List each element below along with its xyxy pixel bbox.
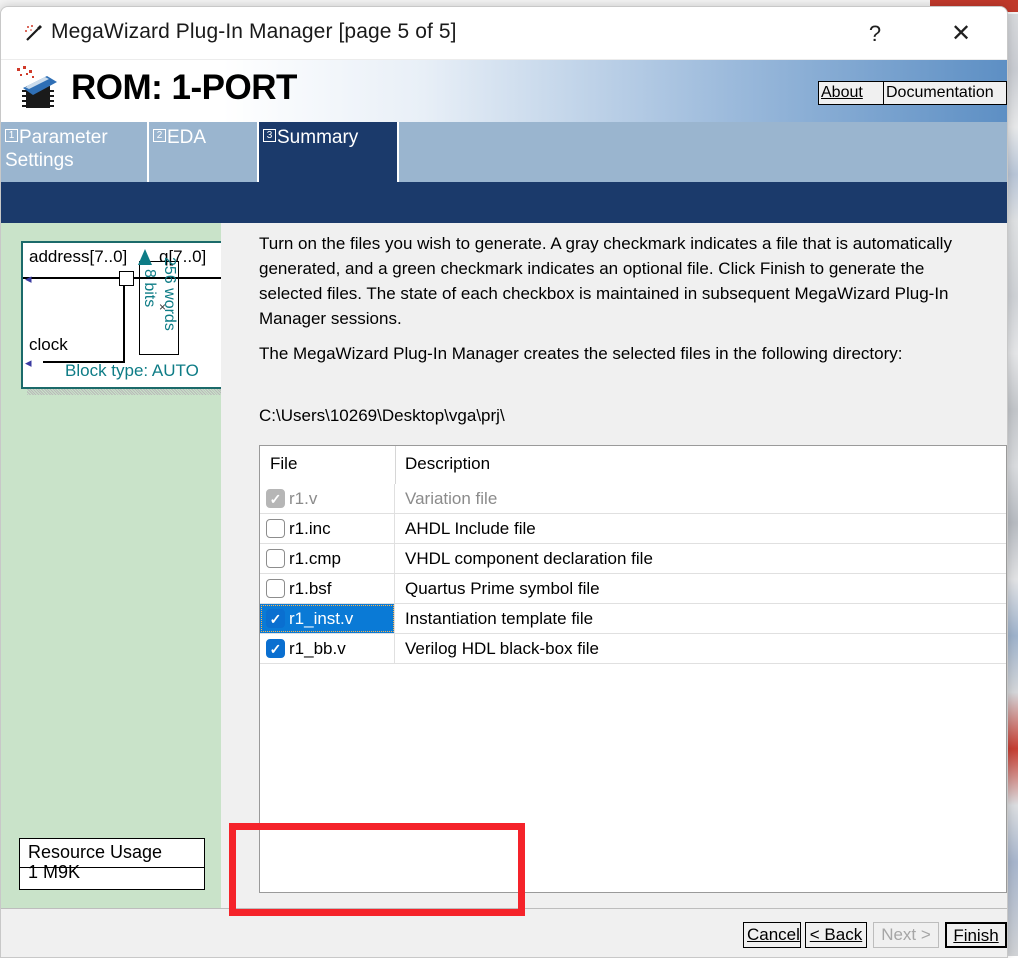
tab-number: 3 bbox=[263, 129, 276, 142]
file-cell[interactable]: ✓ r1_inst.v bbox=[260, 604, 395, 633]
file-checkbox[interactable] bbox=[266, 549, 285, 568]
documentation-link[interactable]: Documentation bbox=[883, 81, 1007, 105]
summary-content: Turn on the files you wish to generate. … bbox=[221, 223, 1007, 940]
window-title: MegaWizard Plug-In Manager [page 5 of 5] bbox=[51, 20, 457, 43]
tab-label: Parameter Settings bbox=[5, 127, 108, 171]
symbol-preview-panel: ◂ ▸ ◂ address[7..0] q[7..0] clock 8 bits… bbox=[1, 223, 239, 940]
file-checkbox[interactable]: ✓ bbox=[266, 639, 285, 658]
cursor-pointer-icon bbox=[138, 249, 152, 265]
tab-underbar bbox=[1, 182, 1007, 223]
tab-number: 1 bbox=[5, 129, 18, 142]
table-row[interactable]: r1.bsf Quartus Prime symbol file bbox=[260, 574, 1006, 604]
block-type-label: Block type: AUTO bbox=[65, 361, 199, 380]
file-checkbox[interactable] bbox=[266, 519, 285, 538]
table-row[interactable]: ✓ r1.v Variation file bbox=[260, 484, 1006, 514]
finish-button[interactable]: Finish bbox=[945, 922, 1007, 948]
column-header-file: File bbox=[270, 454, 298, 473]
file-name: r1.bsf bbox=[289, 578, 332, 598]
file-description: Quartus Prime symbol file bbox=[405, 578, 600, 598]
file-checkbox[interactable]: ✓ bbox=[266, 489, 285, 508]
cancel-button-label: Cancel bbox=[747, 925, 800, 944]
input-arrow-icon: ◂ bbox=[25, 271, 32, 286]
magic-wand-icon bbox=[25, 25, 42, 41]
memory-depth-label: 256 words bbox=[161, 257, 178, 331]
file-description: AHDL Include file bbox=[405, 518, 536, 538]
page-title: ROM: 1-PORT bbox=[71, 68, 297, 107]
resource-usage-box: Resource Usage 1 M9K bbox=[19, 838, 205, 890]
checkmark-icon: ✓ bbox=[269, 490, 282, 507]
file-checkbox[interactable]: ✓ bbox=[266, 609, 285, 628]
file-cell[interactable]: r1.inc bbox=[260, 514, 395, 543]
file-cell[interactable]: ✓ r1_bb.v bbox=[260, 634, 395, 663]
symbol-drag-handle[interactable] bbox=[119, 271, 134, 286]
tab-strip-filler bbox=[399, 122, 1007, 182]
title-bar: MegaWizard Plug-In Manager [page 5 of 5]… bbox=[1, 7, 1007, 60]
file-description: Variation file bbox=[405, 488, 498, 508]
chip-wizard-icon bbox=[17, 66, 57, 108]
tab-parameter-settings[interactable]: 1 Parameter Settings bbox=[1, 122, 149, 182]
back-button-label: < Back bbox=[809, 925, 863, 944]
checkmark-icon: ✓ bbox=[269, 610, 282, 627]
rom-symbol-diagram: ◂ ▸ ◂ address[7..0] q[7..0] clock 8 bits… bbox=[21, 241, 235, 389]
cancel-button[interactable]: Cancel bbox=[743, 922, 801, 948]
output-directory-path: C:\Users\10269\Desktop\vga\prj\ bbox=[259, 406, 505, 425]
dialog-footer: Cancel < Back Next > Finish bbox=[1, 908, 1007, 957]
generated-files-table[interactable]: File Description ✓ r1.v Variation file r… bbox=[259, 445, 1007, 893]
about-link[interactable]: About bbox=[818, 81, 884, 105]
port-label-clock: clock bbox=[29, 335, 68, 354]
file-description: VHDL component declaration file bbox=[405, 548, 653, 568]
close-button[interactable]: ✕ bbox=[939, 16, 983, 52]
table-row[interactable]: r1.inc AHDL Include file bbox=[260, 514, 1006, 544]
finish-button-label: Finish bbox=[953, 926, 999, 945]
column-header-description: Description bbox=[405, 454, 491, 473]
tab-strip: 1 Parameter Settings 2 EDA 3 Summary bbox=[1, 122, 1007, 182]
table-row[interactable]: ✓ r1_bb.v Verilog HDL black-box file bbox=[260, 634, 1006, 664]
port-label-address: address[7..0] bbox=[29, 247, 128, 266]
table-header: File Description bbox=[260, 446, 1006, 484]
file-description: Instantiation template file bbox=[405, 608, 594, 628]
table-row[interactable]: r1.cmp VHDL component declaration file bbox=[260, 544, 1006, 574]
file-cell[interactable]: ✓ r1.v bbox=[260, 484, 395, 513]
instructions-paragraph: Turn on the files you wish to generate. … bbox=[259, 234, 952, 328]
file-checkbox[interactable] bbox=[266, 579, 285, 598]
table-row[interactable]: ✓ r1_inst.v Instantiation template file bbox=[260, 604, 1006, 634]
file-name: r1_bb.v bbox=[289, 638, 346, 658]
about-link-label: About bbox=[821, 84, 863, 101]
directory-intro-paragraph: The MegaWizard Plug-In Manager creates t… bbox=[259, 344, 903, 363]
file-name: r1.inc bbox=[289, 518, 331, 538]
file-name: r1.v bbox=[289, 488, 318, 508]
file-name: r1.cmp bbox=[289, 548, 341, 568]
dialog-body: ◂ ▸ ◂ address[7..0] q[7..0] clock 8 bits… bbox=[1, 223, 1007, 940]
megawizard-dialog: MegaWizard Plug-In Manager [page 5 of 5]… bbox=[0, 6, 1008, 958]
file-name: r1_inst.v bbox=[289, 608, 354, 628]
banner: ROM: 1-PORT About Documentation bbox=[1, 60, 1007, 122]
file-cell[interactable]: r1.bsf bbox=[260, 574, 395, 603]
next-button: Next > bbox=[873, 922, 939, 948]
tab-eda[interactable]: 2 EDA bbox=[149, 122, 259, 182]
back-button[interactable]: < Back bbox=[805, 922, 867, 948]
file-description: Verilog HDL black-box file bbox=[405, 638, 600, 658]
column-divider bbox=[395, 446, 396, 484]
resource-usage-title: Resource Usage bbox=[28, 842, 163, 862]
checkmark-icon: ✓ bbox=[269, 640, 282, 657]
resource-usage-value: 1 M9K bbox=[28, 862, 81, 882]
tab-label: EDA bbox=[167, 127, 207, 148]
tab-summary[interactable]: 3 Summary bbox=[259, 122, 399, 182]
tab-label: Summary bbox=[277, 127, 359, 148]
help-button[interactable]: ? bbox=[853, 16, 897, 52]
file-cell[interactable]: r1.cmp bbox=[260, 544, 395, 573]
memory-width-label: 8 bits bbox=[141, 269, 158, 308]
tab-number: 2 bbox=[153, 129, 166, 142]
clock-arrow-icon: ◂ bbox=[25, 355, 32, 370]
